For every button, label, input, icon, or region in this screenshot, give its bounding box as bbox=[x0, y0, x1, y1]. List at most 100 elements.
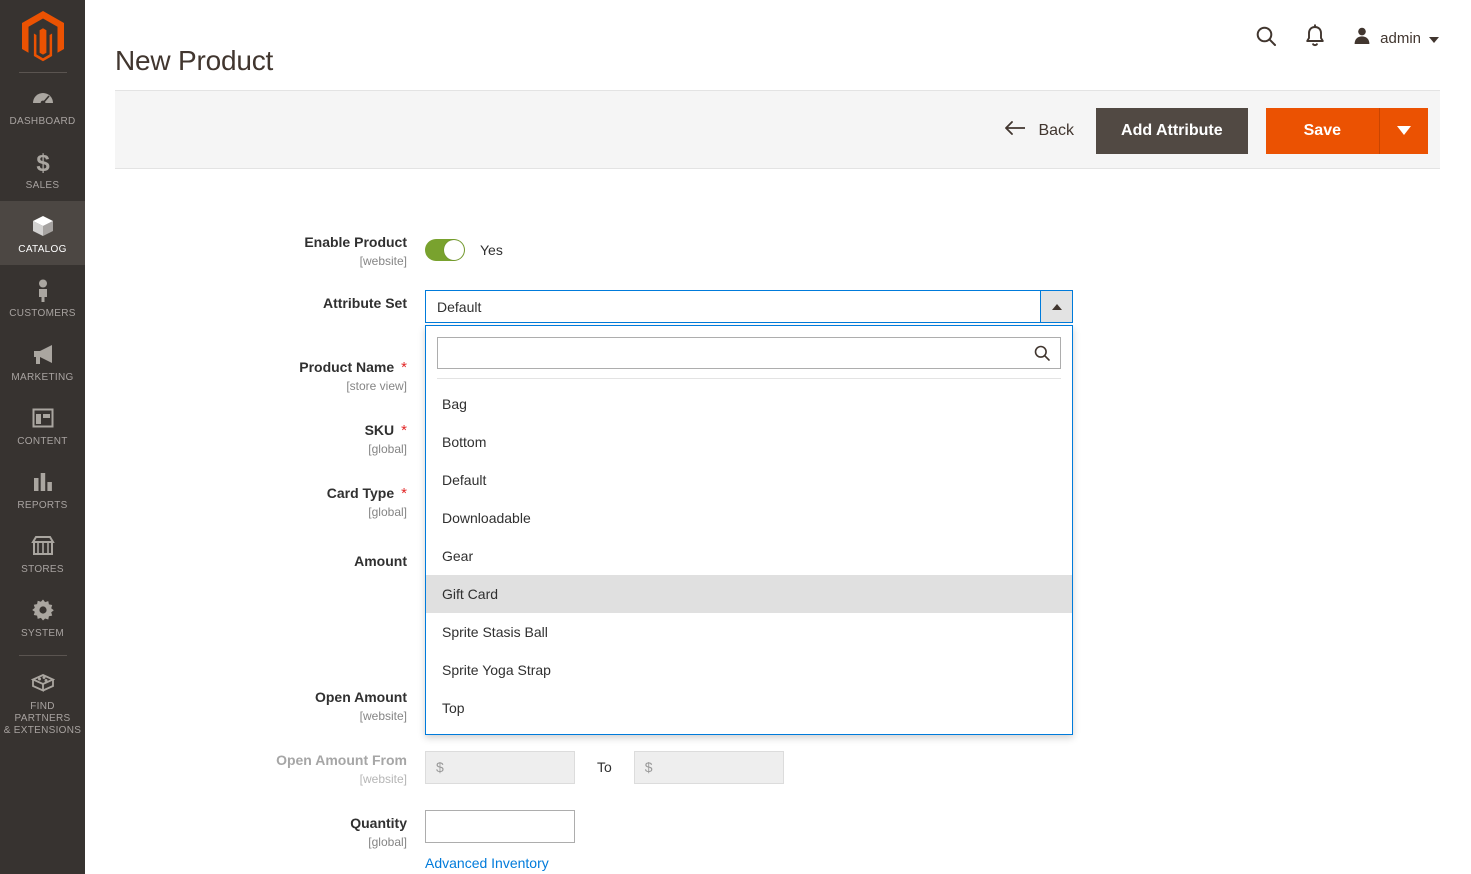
attribute-set-toggle-button[interactable] bbox=[1040, 291, 1072, 322]
attribute-set-option[interactable]: Sprite Stasis Ball bbox=[426, 613, 1072, 651]
open-amount-from-label-block: Open Amount From [website] bbox=[85, 747, 425, 787]
enable-product-label: Enable Product bbox=[304, 234, 407, 250]
attribute-set-select[interactable]: Default bbox=[425, 290, 1073, 323]
sku-label: SKU bbox=[365, 422, 395, 438]
attribute-set-control: Default bbox=[425, 290, 1073, 323]
megaphone-icon bbox=[2, 341, 83, 367]
bar-chart-icon bbox=[2, 469, 83, 495]
add-attribute-button[interactable]: Add Attribute bbox=[1096, 108, 1248, 154]
quantity-label-block: Quantity [global] bbox=[85, 810, 425, 873]
admin-menu[interactable]: admin bbox=[1352, 26, 1439, 51]
range-to-label: To bbox=[597, 759, 612, 775]
attribute-set-option[interactable]: Top bbox=[426, 689, 1072, 727]
open-amount-range-row: To bbox=[425, 747, 784, 787]
product-form: Enable Product [website] Yes Attribute S… bbox=[85, 169, 1471, 874]
quantity-input[interactable] bbox=[425, 810, 575, 843]
amount-label-block: Amount bbox=[85, 548, 425, 571]
advanced-inventory-link[interactable]: Advanced Inventory bbox=[425, 855, 549, 871]
amount-label: Amount bbox=[354, 553, 407, 569]
attribute-set-option[interactable]: Gear bbox=[426, 537, 1072, 575]
dollar-sign-icon: $ bbox=[2, 149, 83, 175]
card-type-label-block: Card Type * [global] bbox=[85, 480, 425, 520]
sidebar-item-stores[interactable]: STORES bbox=[0, 521, 85, 585]
layout-page-icon bbox=[2, 405, 83, 431]
sidebar-item-label: FIND PARTNERS & EXTENSIONS bbox=[2, 701, 83, 737]
sidebar-item-content[interactable]: CONTENT bbox=[0, 393, 85, 457]
sidebar-item-system[interactable]: SYSTEM bbox=[0, 585, 85, 649]
attribute-set-option[interactable]: Sprite Yoga Strap bbox=[426, 651, 1072, 689]
open-amount-from-scope: [website] bbox=[85, 771, 407, 787]
open-amount-from-label: Open Amount From bbox=[276, 752, 407, 768]
sidebar-item-label: CUSTOMERS bbox=[2, 308, 83, 320]
save-options-button[interactable] bbox=[1380, 108, 1428, 154]
sidebar-item-label: DASHBOARD bbox=[2, 116, 83, 128]
save-button[interactable]: Save bbox=[1266, 108, 1380, 154]
dropdown-search-area bbox=[426, 326, 1072, 378]
open-amount-to-input[interactable] bbox=[634, 751, 784, 784]
sidebar-item-label: CONTENT bbox=[2, 436, 83, 448]
sidebar-item-label: STORES bbox=[2, 564, 83, 576]
dropdown-search-box bbox=[437, 337, 1061, 369]
sidebar-item-catalog[interactable]: CATALOG bbox=[0, 201, 85, 265]
open-amount-from-input[interactable] bbox=[425, 751, 575, 784]
sidebar-item-marketing[interactable]: MARKETING bbox=[0, 329, 85, 393]
dashboard-gauge-icon bbox=[2, 85, 83, 111]
caret-up-icon bbox=[1052, 304, 1062, 310]
open-amount-label-block: Open Amount [website] bbox=[85, 684, 425, 724]
field-quantity: Quantity [global] Advanced Inventory bbox=[85, 810, 575, 873]
card-type-label: Card Type bbox=[327, 485, 394, 501]
enable-product-label-block: Enable Product [website] bbox=[85, 229, 425, 269]
puzzle-blocks-icon bbox=[2, 670, 83, 696]
page-header: New Product bbox=[85, 0, 1471, 78]
sidebar-item-find-partners-extensions[interactable]: FIND PARTNERS & EXTENSIONS bbox=[0, 656, 85, 746]
admin-sidebar: DASHBOARD $ SALES CATALOG bbox=[0, 0, 85, 874]
field-enable-product: Enable Product [website] Yes bbox=[85, 229, 503, 269]
attribute-set-search-input[interactable] bbox=[438, 338, 1060, 368]
sidebar-item-customers[interactable]: CUSTOMERS bbox=[0, 265, 85, 329]
sku-label-block: SKU * [global] bbox=[85, 417, 425, 457]
enable-product-toggle[interactable] bbox=[425, 239, 465, 261]
sidebar-item-dashboard[interactable]: DASHBOARD bbox=[0, 73, 85, 137]
quantity-control: Advanced Inventory bbox=[425, 810, 575, 873]
required-asterisk: * bbox=[401, 422, 407, 439]
product-name-label: Product Name bbox=[299, 359, 394, 375]
sidebar-item-sales[interactable]: $ SALES bbox=[0, 137, 85, 201]
svg-text:$: $ bbox=[36, 150, 50, 175]
attribute-set-label: Attribute Set bbox=[323, 295, 407, 311]
sku-scope: [global] bbox=[85, 441, 407, 457]
attribute-set-option[interactable]: Downloadable bbox=[426, 499, 1072, 537]
enable-product-toggle-state: Yes bbox=[480, 242, 503, 258]
box-package-icon bbox=[2, 213, 83, 239]
back-button[interactable]: Back bbox=[1003, 120, 1096, 141]
search-icon[interactable] bbox=[1254, 24, 1278, 53]
attribute-set-option[interactable]: Bottom bbox=[426, 423, 1072, 461]
magento-logo-icon bbox=[20, 10, 66, 62]
arrow-left-icon bbox=[1003, 120, 1027, 141]
sidebar-item-label: MARKETING bbox=[2, 372, 83, 384]
bell-icon[interactable] bbox=[1304, 24, 1326, 53]
sidebar-item-label: SYSTEM bbox=[2, 628, 83, 640]
person-icon bbox=[2, 277, 83, 303]
gear-icon bbox=[2, 597, 83, 623]
required-asterisk: * bbox=[401, 485, 407, 502]
field-open-amount-from: Open Amount From [website] To bbox=[85, 747, 784, 787]
sidebar-item-reports[interactable]: REPORTS bbox=[0, 457, 85, 521]
card-type-scope: [global] bbox=[85, 504, 407, 520]
attribute-set-selected-value: Default bbox=[426, 291, 1040, 322]
field-attribute-set: Attribute Set Default bbox=[85, 290, 1073, 323]
enable-product-scope: [website] bbox=[85, 253, 407, 269]
user-avatar-icon bbox=[1352, 26, 1372, 51]
quantity-label: Quantity bbox=[350, 815, 407, 831]
page-title: New Product bbox=[115, 45, 273, 77]
attribute-set-option[interactable]: Default bbox=[426, 461, 1072, 499]
product-name-label-block: Product Name* [store view] bbox=[85, 354, 425, 394]
attribute-set-option[interactable]: Gift Card bbox=[426, 575, 1072, 613]
toolbar-buttons: Back Add Attribute Save bbox=[1003, 91, 1428, 170]
sidebar-item-label: CATALOG bbox=[2, 244, 83, 256]
required-asterisk: * bbox=[401, 359, 407, 376]
header-actions: admin bbox=[1254, 24, 1439, 53]
magento-logo[interactable] bbox=[0, 0, 85, 72]
attribute-set-option[interactable]: Bag bbox=[426, 385, 1072, 423]
open-amount-label: Open Amount bbox=[315, 689, 407, 705]
sidebar-item-label: SALES bbox=[2, 180, 83, 192]
